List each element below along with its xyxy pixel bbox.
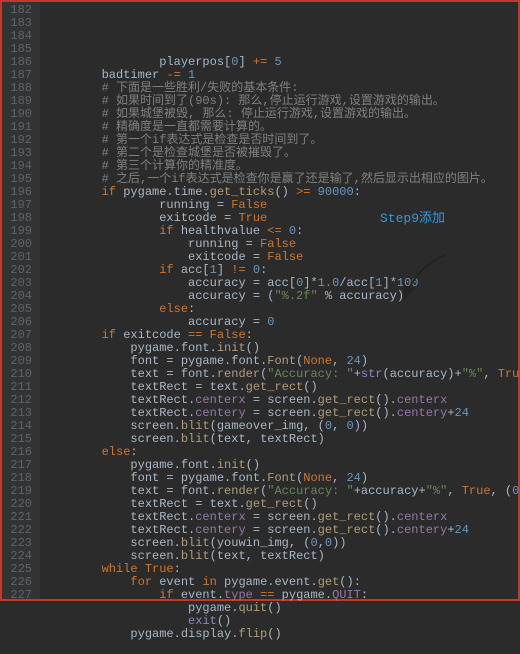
line-number-gutter: 1821831841851861871881891901911921931941… xyxy=(2,2,40,599)
code-line[interactable]: exit() xyxy=(44,615,520,628)
annotation-arrow xyxy=(400,227,460,329)
code-line[interactable] xyxy=(44,641,520,654)
annotation-label: Step9添加 xyxy=(380,212,445,225)
editor-viewport: 1821831841851861871881891901911921931941… xyxy=(0,0,520,601)
code-line[interactable]: pygame.display.flip() xyxy=(44,628,520,641)
line-number: 227 xyxy=(6,589,32,602)
code-line[interactable]: pygame.quit() xyxy=(44,602,520,615)
code-area[interactable]: Step9添加 playerpos[0] += 5 badtimer -= 1 … xyxy=(40,2,520,599)
